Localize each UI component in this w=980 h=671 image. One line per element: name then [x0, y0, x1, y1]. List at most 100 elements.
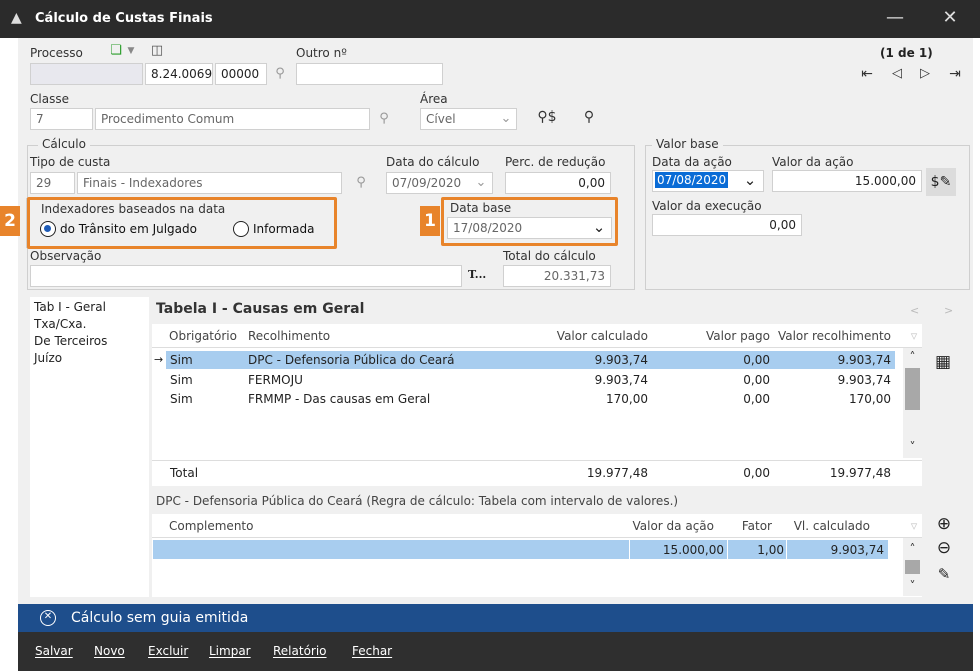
table-row-2-recolh[interactable]: FRMMP - Das causas em Geral	[248, 392, 430, 406]
minimize-icon[interactable]: —	[880, 8, 910, 30]
calculator-icon[interactable]: ▦	[934, 353, 952, 371]
table-row-2-vcalc[interactable]: 170,00	[540, 392, 648, 406]
close-icon[interactable]: ✕	[935, 8, 965, 30]
detalhe-scroll-thumb[interactable]	[905, 560, 920, 574]
badge-2: 2	[0, 206, 20, 236]
radio-informada[interactable]	[233, 221, 249, 237]
detalhe-row-fator[interactable]: 1,00	[730, 543, 784, 557]
processo-numero-field[interactable]: 8.24.0069	[145, 63, 213, 85]
paging-counter: (1 de 1)	[880, 46, 933, 60]
previous-record-icon[interactable]: ◁	[887, 65, 907, 83]
app-logo-icon: ▲	[11, 10, 22, 26]
tipo-custa-search-icon[interactable]: ⚲	[352, 174, 370, 192]
table-row-1-vcalc[interactable]: 9.903,74	[540, 373, 648, 387]
table-row-1-obrig[interactable]: Sim	[170, 373, 193, 387]
valor-execucao-input[interactable]: 0,00	[652, 214, 802, 236]
scroll-thumb[interactable]	[905, 368, 920, 410]
table-row-1-vrecolh[interactable]: 9.903,74	[780, 373, 891, 387]
detalhe-row-vacao[interactable]: 15.000,00	[630, 543, 724, 557]
radio-transito-julgado[interactable]	[40, 221, 56, 237]
tab-txa-cxa[interactable]: Txa/Cxa.	[34, 317, 86, 331]
data-base-label: Data base	[450, 201, 512, 215]
person-search-icon[interactable]: ⚲	[578, 108, 600, 126]
total-vcalc: 19.977,48	[586, 466, 648, 480]
table-row-0-vrecolh[interactable]: 9.903,74	[780, 353, 891, 367]
observacao-input[interactable]	[30, 265, 462, 287]
classe-search-icon[interactable]: ⚲	[375, 110, 393, 128]
col-fator[interactable]: Fator	[730, 519, 772, 533]
tipo-custa-codigo[interactable]: 29	[30, 172, 75, 194]
add-circle-icon[interactable]: ⊕	[934, 515, 954, 533]
table-row-2-obrig[interactable]: Sim	[170, 392, 193, 406]
search-icon[interactable]: ⚲	[271, 65, 289, 83]
filter-icon[interactable]: ▿	[906, 328, 922, 346]
table-row-2-vrecolh[interactable]: 170,00	[780, 392, 891, 406]
detalhe-filter-icon[interactable]: ▿	[906, 518, 922, 536]
first-record-icon[interactable]: ⇤	[857, 65, 877, 83]
status-x-icon: ✕	[40, 610, 56, 626]
grid-header-divider	[152, 347, 922, 348]
table-row-0-recolh[interactable]: DPC - Defensoria Pública do Ceará	[248, 353, 455, 367]
relatorio-button[interactable]: Relatório	[273, 644, 327, 658]
col-vl-calculado[interactable]: Vl. calculado	[780, 519, 870, 533]
radio-informada-label[interactable]: Informada	[253, 222, 314, 236]
data-base-field[interactable]: 17/08/2020	[447, 217, 612, 239]
detalhe-scroll-down-icon[interactable]: ˅	[903, 577, 922, 595]
title-bar: ▲ Cálculo de Custas Finais — ✕	[0, 0, 980, 38]
table-row-1-recolh[interactable]: FERMOJU	[248, 373, 303, 387]
tab-terceiros[interactable]: De Terceiros	[34, 334, 107, 348]
person-money-icon[interactable]: ⚲$	[536, 108, 558, 126]
chevron-down-icon[interactable]: ▼	[125, 42, 137, 60]
scroll-down-icon[interactable]: ˅	[903, 438, 922, 456]
tab-juizo[interactable]: Juízo	[34, 351, 62, 365]
last-record-icon[interactable]: ⇥	[945, 65, 965, 83]
table-row-1-vpago[interactable]: 0,00	[700, 373, 770, 387]
tabela-prev-arrow[interactable]: <	[910, 304, 919, 317]
novo-button[interactable]: Novo	[94, 644, 125, 658]
table-row-0-vpago[interactable]: 0,00	[700, 353, 770, 367]
processo-numero-blurred[interactable]	[30, 63, 143, 85]
outro-numero-input[interactable]	[296, 63, 443, 85]
tipo-custa-descricao[interactable]: Finais - Indexadores	[77, 172, 342, 194]
document-new-icon[interactable]: ❏	[107, 42, 125, 60]
perc-reducao-input[interactable]: 0,00	[505, 172, 611, 194]
classe-descricao-field[interactable]: Procedimento Comum	[95, 108, 370, 130]
valor-acao-input[interactable]: 15.000,00	[772, 170, 922, 192]
note-icon[interactable]: ◫	[148, 42, 166, 60]
classe-codigo-field[interactable]: 7	[30, 108, 93, 130]
limpar-button[interactable]: Limpar	[209, 644, 251, 658]
perc-reducao-label: Perc. de redução	[505, 155, 606, 169]
next-record-icon[interactable]: ▷	[915, 65, 935, 83]
text-format-button[interactable]: T...	[468, 268, 486, 281]
money-edit-icon[interactable]: $✎	[926, 168, 956, 196]
document-edit-icon[interactable]: ✎	[934, 565, 954, 583]
bottom-menu: Salvar Novo Excluir Limpar Relatório Fec…	[18, 632, 973, 671]
col-valor-pago[interactable]: Valor pago	[700, 329, 770, 343]
processo-sufixo-field[interactable]: 00000	[215, 63, 267, 85]
excluir-button[interactable]: Excluir	[148, 644, 188, 658]
col-complemento[interactable]: Complemento	[169, 519, 253, 533]
data-acao-chevron-icon[interactable]: ⌄	[741, 171, 759, 189]
table-row-0-vcalc[interactable]: 9.903,74	[540, 353, 648, 367]
radio-transito-julgado-label[interactable]: do Trânsito em Julgado	[60, 222, 197, 236]
data-base-chevron-icon[interactable]: ⌄	[590, 218, 608, 236]
col-valor-acao[interactable]: Valor da ação	[620, 519, 715, 533]
col-obrigatorio[interactable]: Obrigatório	[169, 329, 237, 343]
col-valor-recolhimento[interactable]: Valor recolhimento	[773, 329, 891, 343]
salvar-button[interactable]: Salvar	[35, 644, 73, 658]
data-calculo-chevron-icon[interactable]: ⌄	[472, 174, 490, 192]
detalhe-row-vcalc[interactable]: 9.903,74	[790, 543, 884, 557]
table-row-2-vpago[interactable]: 0,00	[700, 392, 770, 406]
col-recolhimento[interactable]: Recolhimento	[248, 329, 330, 343]
table-row-0-obrig[interactable]: Sim	[170, 353, 193, 367]
detalhe-scroll-up-icon[interactable]: ˄	[903, 540, 922, 558]
row-pointer-icon: →	[154, 353, 164, 366]
tab-geral[interactable]: Tab I - Geral	[34, 300, 106, 314]
tabela-next-arrow[interactable]: >	[944, 304, 953, 317]
remove-circle-icon[interactable]: ⊖	[934, 539, 954, 557]
col-valor-calculado[interactable]: Valor calculado	[552, 329, 648, 343]
scroll-up-icon[interactable]: ˄	[903, 348, 922, 366]
fechar-button[interactable]: Fechar	[352, 644, 392, 658]
valor-base-group-label: Valor base	[652, 137, 723, 151]
area-chevron-icon[interactable]: ⌄	[497, 110, 515, 128]
